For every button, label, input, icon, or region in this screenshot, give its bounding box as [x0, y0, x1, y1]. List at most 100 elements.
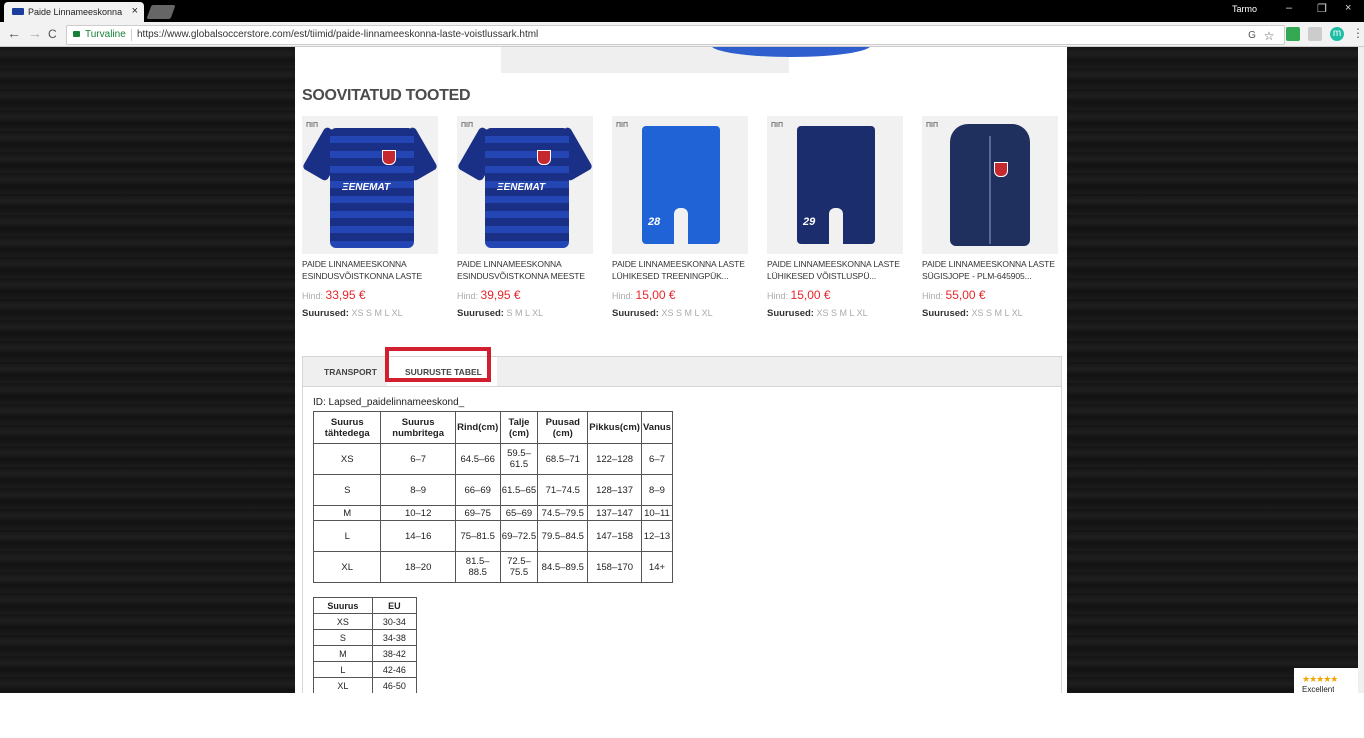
product-price: 33,95 € [325, 288, 366, 302]
extension-gray-icon[interactable] [1308, 27, 1322, 41]
extension-green-icon[interactable] [1286, 27, 1300, 41]
table-cell: 6–7 [640, 443, 674, 475]
table-cell: 74.5–79.5 [537, 505, 589, 521]
table-cell: 158–170 [587, 551, 642, 583]
table-cell: 8–9 [640, 474, 674, 506]
product-card[interactable]: ΠΙΠ 28 PAIDE LINNAMEESKONNA LASTE LÜHIKE… [612, 116, 752, 319]
product-sizes: XS S M L XL [971, 308, 1023, 318]
tab-transport[interactable]: TRANSPORT [324, 367, 377, 377]
sponsor-text: ΞENEMAT [497, 182, 546, 193]
tab-highlight-box [385, 347, 491, 382]
sizes-row: Suurused: S M L XL [457, 308, 597, 319]
table-row: S 34-38 [313, 629, 418, 646]
address-separator [131, 29, 132, 41]
minimize-icon[interactable]: – [1286, 2, 1292, 14]
browser-tab[interactable]: Paide Linnameeskonna laste võistlussärk … [4, 2, 144, 22]
table-row: XL 18–20 81.5–88.5 72.5–75.5 84.5–89.5 1… [312, 551, 674, 583]
product-image-bottom [501, 47, 871, 73]
table-cell: 68.5–71 [537, 443, 589, 475]
table-cell: 8–9 [380, 474, 456, 506]
review-widget[interactable]: ★★★★★ Excellent [1294, 668, 1358, 693]
page-viewport: SOOVITATUD TOOTED ΠΙΠ ΞENEMAT PAIDE LINN… [0, 47, 1364, 693]
price-label: Hind: [922, 291, 944, 301]
profile-name[interactable]: Tarmo [1232, 4, 1257, 14]
price-label: Hind: [612, 291, 634, 301]
table-header-row: Suurus tähtedega Suurus numbritega Rind(… [312, 411, 674, 444]
table-cell: 46-50 [371, 677, 418, 693]
table-cell: 18–20 [380, 551, 456, 583]
table-cell: 69–75 [454, 505, 501, 521]
table-cell: 84.5–89.5 [537, 551, 589, 583]
shorts-number: 29 [803, 216, 816, 228]
extension-m-icon[interactable]: m [1330, 27, 1344, 41]
product-card[interactable]: ΠΙΠ PAIDE LINNAMEESKONNA LASTE SÜGISJOPE… [922, 116, 1062, 319]
bookmark-star-icon[interactable]: ☆ [1262, 29, 1276, 43]
table-cell: L [312, 520, 382, 552]
table-cell: 61.5–65 [499, 474, 539, 506]
team-badge-icon: ΠΙΠ [461, 122, 474, 129]
size-table-id: ID: Lapsed_paidelinnameeskond_ [313, 397, 465, 408]
team-badge-icon: ΠΙΠ [771, 122, 784, 129]
table-cell: 128–137 [587, 474, 642, 506]
table-row: XS 6–7 64.5–66 59.5–61.5 68.5–71 122–128… [312, 443, 674, 475]
club-crest-icon [537, 150, 551, 165]
product-image[interactable]: ΠΙΠ ΞENEMAT [302, 116, 438, 254]
vertical-scrollbar[interactable] [1358, 47, 1364, 693]
price-label: Hind: [767, 291, 789, 301]
table-cell: 34-38 [371, 629, 418, 646]
table-row: M 10–12 69–75 65–69 74.5–79.5 137–147 10… [312, 505, 674, 521]
product-image[interactable]: ΠΙΠ 28 [612, 116, 748, 254]
product-card[interactable]: ΠΙΠ ΞENEMAT PAIDE LINNAMEESKONNA ESINDUS… [302, 116, 442, 319]
product-card[interactable]: ΠΙΠ 29 PAIDE LINNAMEESKONNA LASTE LÜHIKE… [767, 116, 907, 319]
browser-menu-icon[interactable]: ⋮ [1352, 26, 1364, 40]
product-name[interactable]: PAIDE LINNAMEESKONNA ESINDUSVÕISTKONNA L… [302, 258, 442, 282]
url-text[interactable]: https://www.globalsoccerstore.com/est/ti… [137, 26, 538, 44]
product-image[interactable]: ΠΙΠ 29 [767, 116, 903, 254]
new-tab-button[interactable] [146, 5, 176, 19]
header-number-size: Suurus numbritega [380, 411, 456, 444]
table-cell: 122–128 [587, 443, 642, 475]
price-label: Hind: [457, 291, 479, 301]
reload-icon[interactable]: C [48, 27, 57, 41]
product-image-shape [711, 47, 871, 57]
header-age: Vanus [640, 411, 674, 444]
address-bar[interactable]: Turvaline https://www.globalsoccerstore.… [66, 25, 1285, 45]
price-row: Hind: 33,95 € [302, 288, 442, 302]
team-badge-icon: ΠΙΠ [616, 122, 629, 129]
header-size: Suurus [313, 597, 373, 614]
table-cell: 59.5–61.5 [499, 443, 539, 475]
sponsor-text: ΞENEMAT [342, 182, 391, 193]
product-name[interactable]: PAIDE LINNAMEESKONNA ESINDUSVÕISTKONNA M… [457, 258, 597, 282]
table-cell: 66–69 [454, 474, 501, 506]
rating-stars-icon: ★★★★★ [1302, 674, 1338, 684]
close-window-icon[interactable]: × [1345, 2, 1351, 14]
header-eu: EU [371, 597, 418, 614]
shorts-gap [829, 208, 843, 244]
table-cell: 147–158 [587, 520, 642, 552]
product-name[interactable]: PAIDE LINNAMEESKONNA LASTE LÜHIKESED VÕI… [767, 258, 907, 282]
product-sizes: XS S M L XL [661, 308, 713, 318]
shorts-gap [674, 208, 688, 244]
restore-icon[interactable]: ❐ [1317, 2, 1327, 15]
header-waist: Talje (cm) [499, 411, 539, 444]
table-cell: S [313, 629, 373, 646]
review-label: Excellent [1302, 685, 1335, 693]
shorts-number: 28 [648, 216, 661, 228]
product-image[interactable]: ΠΙΠ [922, 116, 1058, 254]
recommended-title: SOOVITATUD TOOTED [302, 87, 471, 104]
product-price: 15,00 € [790, 288, 831, 302]
site-favicon-icon [12, 8, 24, 15]
product-image[interactable]: ΠΙΠ ΞENEMAT [457, 116, 593, 254]
product-card[interactable]: ΠΙΠ ΞENEMAT PAIDE LINNAMEESKONNA ESINDUS… [457, 116, 597, 319]
product-name[interactable]: PAIDE LINNAMEESKONNA LASTE LÜHIKESED TRE… [612, 258, 752, 282]
table-cell: L [313, 661, 373, 678]
translate-icon[interactable]: G [1245, 29, 1259, 43]
club-crest-icon [382, 150, 396, 165]
close-tab-icon[interactable]: × [132, 5, 138, 17]
table-cell: 81.5–88.5 [454, 551, 501, 583]
back-icon[interactable]: ← [7, 25, 21, 41]
forward-icon[interactable]: → [28, 25, 42, 41]
product-name[interactable]: PAIDE LINNAMEESKONNA LASTE SÜGISJOPE - P… [922, 258, 1062, 282]
price-row: Hind: 15,00 € [767, 288, 907, 302]
table-cell: XS [313, 613, 373, 630]
